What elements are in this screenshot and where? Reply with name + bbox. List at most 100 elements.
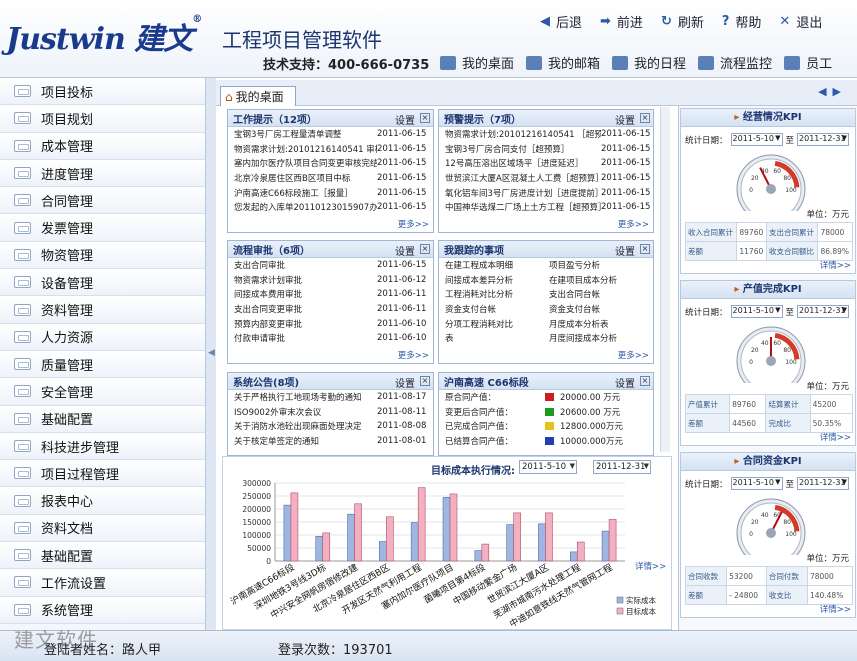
list-item[interactable]: 关于核定单签定的通知 2011-08-01 bbox=[228, 434, 433, 449]
sidebar-item[interactable]: 项目过程管理 bbox=[0, 460, 205, 488]
list-item[interactable]: 支出合同审批 2011-06-15 bbox=[228, 258, 433, 273]
kpi-details-link[interactable]: 详情>> bbox=[820, 431, 851, 443]
close-icon[interactable]: × bbox=[420, 376, 430, 386]
list-item[interactable]: 沪南高速C66标段施工［报量］ 2011-06-15 bbox=[228, 185, 433, 200]
kpi-date-to[interactable]: 2011-12-31 bbox=[797, 305, 850, 318]
tracked-link[interactable]: 在建工程成本明细 bbox=[445, 259, 549, 271]
more-link[interactable]: 更多>> bbox=[618, 349, 649, 361]
close-icon[interactable]: × bbox=[640, 376, 650, 386]
content-scrollbar[interactable] bbox=[660, 107, 670, 452]
my-calendar-link[interactable]: 我的日程 bbox=[612, 53, 686, 72]
item-date: 2011-06-15 bbox=[377, 129, 427, 140]
chart-date-to[interactable]: 2011-12-31 bbox=[593, 460, 651, 474]
sidebar-item[interactable]: 人力资源 bbox=[0, 323, 205, 351]
tracked-link[interactable]: 在建项目成本分析 bbox=[549, 274, 653, 286]
list-item[interactable]: 物资需求计划:20101216140541 ［超预算］2011-06-15 bbox=[439, 127, 653, 142]
sidebar-item[interactable]: 科技进步管理 bbox=[0, 432, 205, 461]
refresh-button[interactable]: ↻ 刷新 bbox=[661, 12, 704, 31]
list-item[interactable]: 关于消防水池砼出现麻面处理决定 2011-08-08 bbox=[228, 419, 433, 434]
list-item[interactable]: ISO9002外审末次会议 2011-08-11 bbox=[228, 405, 433, 420]
settings-button[interactable]: 设置 bbox=[615, 375, 635, 390]
sidebar-item-label: 合同管理 bbox=[41, 194, 94, 210]
kpi-date-to[interactable]: 2011-12-31 bbox=[797, 133, 850, 146]
tracked-link[interactable]: 工程消耗对比分析 bbox=[445, 288, 549, 300]
tracked-link[interactable]: 资金支付台帐 bbox=[445, 303, 549, 315]
list-item[interactable]: 12号高压溶出区域场平［进度延迟］ 2011-06-15 bbox=[439, 156, 653, 171]
sidebar-item[interactable]: 基础配置 bbox=[0, 405, 205, 433]
tab-scroll-arrows[interactable]: ◀▶ bbox=[818, 85, 847, 98]
tracked-link[interactable]: 间接成本差异分析 bbox=[445, 274, 549, 286]
sidebar-item[interactable]: 系统管理 bbox=[0, 596, 205, 624]
tracked-link[interactable]: 项目盈亏分析 bbox=[549, 259, 653, 271]
list-item[interactable]: 付款申请审批 2011-06-10 bbox=[228, 331, 433, 346]
sidebar-item[interactable]: 质量管理 bbox=[0, 350, 205, 379]
list-item[interactable]: 宝钢3号厂房工程量清单调整 2011-06-15 bbox=[228, 127, 433, 142]
settings-button[interactable]: 设置 bbox=[395, 243, 415, 258]
settings-button[interactable]: 设置 bbox=[615, 243, 635, 258]
sidebar-item[interactable]: 成本管理 bbox=[0, 132, 205, 160]
sidebar-item[interactable]: 安全管理 bbox=[0, 378, 205, 406]
kpi-date-from[interactable]: 2011-5-10 bbox=[730, 305, 783, 318]
tracked-link[interactable]: 表 bbox=[445, 332, 549, 344]
kpi-date-to[interactable]: 2011-12-31 bbox=[797, 477, 850, 490]
flow-monitor-link[interactable]: 流程监控 bbox=[698, 53, 772, 72]
list-item[interactable]: 预算内部变更审批 2011-06-10 bbox=[228, 316, 433, 331]
tracked-link[interactable]: 分项工程消耗对比 bbox=[445, 318, 549, 330]
sidebar-item[interactable]: 资料文档 bbox=[0, 514, 205, 543]
my-mailbox-link[interactable]: 我的邮箱 bbox=[526, 53, 600, 72]
tab-my-desktop[interactable]: ⌂ 我的桌面 bbox=[220, 86, 296, 106]
sidebar-item[interactable]: 合同管理 bbox=[0, 187, 205, 215]
list-item[interactable]: 塞内加尔医疗队项目合同变更审核完结 2011-06-15 bbox=[228, 156, 433, 171]
forward-button[interactable]: ➡ 前进 bbox=[600, 12, 643, 31]
sidebar-item[interactable]: 发票管理 bbox=[0, 214, 205, 242]
tracked-link[interactable]: 支出合同台帐 bbox=[549, 288, 653, 300]
item-title: 付款申请审批 bbox=[234, 334, 286, 345]
more-link[interactable]: 更多>> bbox=[398, 218, 429, 230]
list-item[interactable]: 宝钢3号厂房合同支付［超预算］ 2011-06-15 bbox=[439, 142, 653, 157]
close-icon[interactable]: × bbox=[420, 244, 430, 254]
tracked-link[interactable]: 月度间接成本分析 bbox=[549, 332, 653, 344]
more-link[interactable]: 更多>> bbox=[398, 349, 429, 361]
sidebar-item[interactable]: 工作流设置 bbox=[0, 569, 205, 597]
sidebar-item[interactable]: 进度管理 bbox=[0, 159, 205, 188]
sidebar-item[interactable]: 资料管理 bbox=[0, 296, 205, 324]
more-link[interactable]: 更多>> bbox=[618, 218, 649, 230]
kpi-date-from[interactable]: 2011-5-10 bbox=[730, 477, 783, 490]
help-button[interactable]: ? 帮助 bbox=[722, 12, 762, 31]
list-item[interactable]: 世贸滨江大厦A区混凝土人工费［超预算］ 2011-06-15 bbox=[439, 171, 653, 186]
list-item[interactable]: 支出合同变更审批 2011-06-11 bbox=[228, 302, 433, 317]
list-item[interactable]: 您发起的入库单20110123015907办理 2011-06-15 bbox=[228, 200, 433, 215]
list-item[interactable]: 间接成本费用审批 2011-06-11 bbox=[228, 287, 433, 302]
settings-button[interactable]: 设置 bbox=[395, 112, 415, 127]
tracked-link[interactable]: 月度成本分析表 bbox=[549, 318, 653, 330]
sidebar-item[interactable]: 项目规划 bbox=[0, 105, 205, 133]
kpi-date-from[interactable]: 2011-5-10 bbox=[730, 133, 783, 146]
employee-link[interactable]: 员工 bbox=[784, 53, 832, 72]
kpi-details-link[interactable]: 详情>> bbox=[820, 259, 851, 271]
settings-button[interactable]: 设置 bbox=[615, 112, 635, 127]
sidebar-item[interactable]: 物资管理 bbox=[0, 241, 205, 270]
sidebar-item[interactable]: 项目投标 bbox=[0, 78, 205, 106]
tracked-link[interactable]: 资金支付台帐 bbox=[549, 303, 653, 315]
back-button[interactable]: ◀ 后退 bbox=[540, 12, 582, 31]
chart-date-from[interactable]: 2011-5-10 bbox=[519, 460, 577, 474]
kpi-cell: - 24800 bbox=[726, 585, 767, 605]
sidebar-splitter[interactable]: ◀ bbox=[206, 78, 216, 630]
exit-button[interactable]: ✕ 退出 bbox=[779, 12, 822, 31]
list-item[interactable]: 关于严格执行工地现场考勤的通知 2011-08-17 bbox=[228, 390, 433, 405]
list-item[interactable]: 物资需求计划审批 2011-06-12 bbox=[228, 273, 433, 288]
sidebar-item[interactable]: 设备管理 bbox=[0, 269, 205, 297]
list-item[interactable]: 物资需求计划:20101216140541 审核完结2011-06-15 bbox=[228, 142, 433, 157]
close-icon[interactable]: × bbox=[420, 113, 430, 123]
list-item[interactable]: 北京冷泉居住区西B区项目中标 2011-06-15 bbox=[228, 171, 433, 186]
kpi-details-link[interactable]: 详情>> bbox=[820, 603, 851, 615]
my-desktop-link[interactable]: 我的桌面 bbox=[440, 53, 514, 72]
list-item[interactable]: 中国神华选煤二厂场上土方工程［超预算］ 2011-06-15 bbox=[439, 200, 653, 215]
sidebar-item[interactable]: 基础配置 bbox=[0, 542, 205, 570]
sidebar-item[interactable]: 报表中心 bbox=[0, 487, 205, 515]
list-item[interactable]: 氧化铝车间3号厂房进度计划［进度提前］ 2011-06-15 bbox=[439, 185, 653, 200]
value-amount: 20600.00 万元 bbox=[560, 407, 621, 418]
close-icon[interactable]: × bbox=[640, 244, 650, 254]
close-icon[interactable]: × bbox=[640, 113, 650, 123]
settings-button[interactable]: 设置 bbox=[395, 375, 415, 390]
